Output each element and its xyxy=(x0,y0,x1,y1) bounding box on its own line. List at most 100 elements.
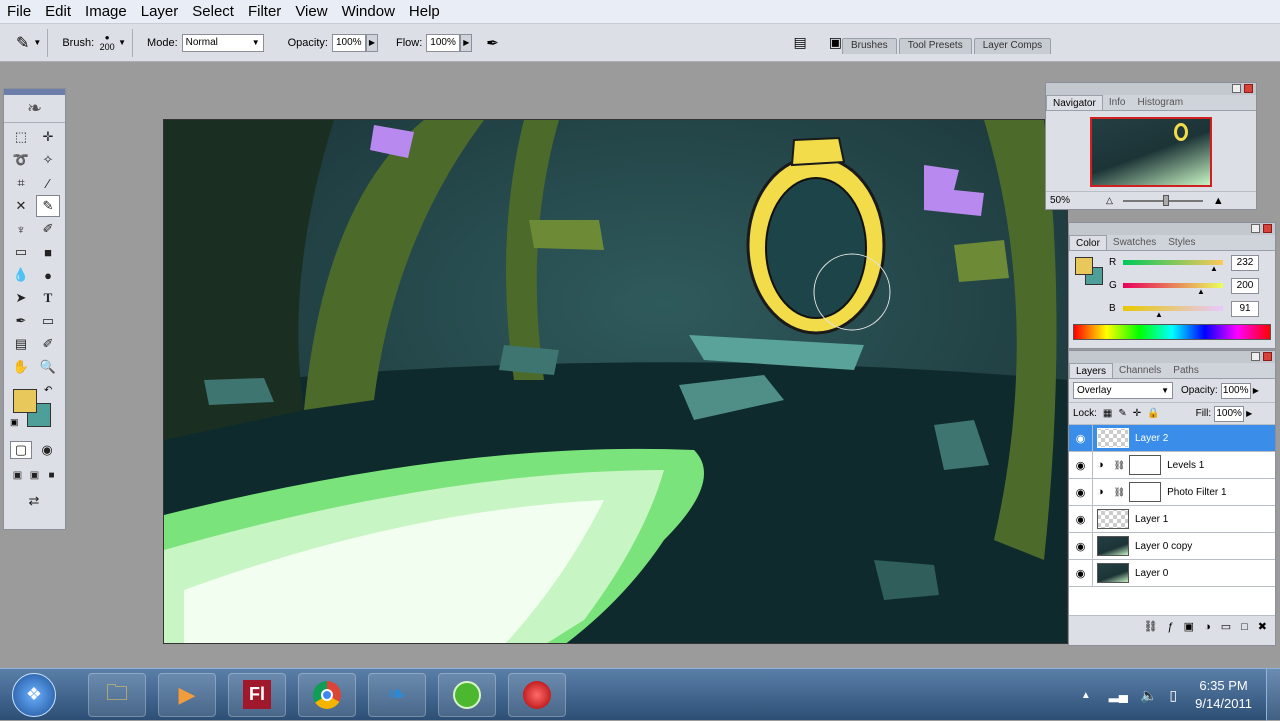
tab-styles[interactable]: Styles xyxy=(1162,235,1201,250)
brush-tool-preset-icon[interactable]: ✎ xyxy=(16,33,29,53)
red-slider[interactable]: ▲ xyxy=(1123,260,1223,273)
menu-edit[interactable]: Edit xyxy=(38,3,78,20)
red-value-input[interactable]: 232 xyxy=(1231,254,1259,271)
layer-row[interactable]: ◉ Layer 0 xyxy=(1069,560,1275,587)
notes-tool-icon[interactable]: ▤ xyxy=(9,333,33,355)
layer-name[interactable]: Levels 1 xyxy=(1167,460,1204,471)
visibility-eye-icon[interactable]: ◉ xyxy=(1069,506,1093,532)
tab-navigator[interactable]: Navigator xyxy=(1046,95,1103,110)
minimize-icon[interactable] xyxy=(1232,84,1241,93)
close-icon[interactable] xyxy=(1263,352,1272,361)
show-hidden-icons-icon[interactable]: ▲ xyxy=(1081,690,1091,701)
layer-row[interactable]: ◉ Layer 1 xyxy=(1069,506,1275,533)
dodge-tool-icon[interactable]: ● xyxy=(36,264,60,286)
layer-style-icon[interactable]: ƒ xyxy=(1168,621,1174,633)
network-icon[interactable]: ▂▄ xyxy=(1109,687,1128,703)
hand-tool-icon[interactable]: ✋ xyxy=(9,356,33,378)
screen-mode-full-icon[interactable]: ■ xyxy=(44,467,59,483)
visibility-eye-icon[interactable]: ◉ xyxy=(1069,479,1093,505)
slider-thumb-icon[interactable]: ▲ xyxy=(1197,287,1205,296)
minimize-icon[interactable] xyxy=(1251,224,1260,233)
eyedropper-tool-icon[interactable]: ✐ xyxy=(36,333,60,355)
tab-swatches[interactable]: Swatches xyxy=(1107,235,1162,250)
magic-wand-tool-icon[interactable]: ✧ xyxy=(36,149,60,171)
layer-name[interactable]: Photo Filter 1 xyxy=(1167,487,1226,498)
layer-row[interactable]: ◉ Layer 2 xyxy=(1069,425,1275,452)
tab-info[interactable]: Info xyxy=(1103,95,1132,110)
shape-tool-icon[interactable]: ▭ xyxy=(36,310,60,332)
navigator-thumbnail[interactable] xyxy=(1090,117,1212,187)
start-button[interactable]: ❖ xyxy=(12,672,56,717)
opacity-arrow-button[interactable]: ▶ xyxy=(365,33,378,52)
menu-view[interactable]: View xyxy=(288,3,334,20)
foreground-color-swatch[interactable] xyxy=(13,389,37,413)
tab-layer-comps[interactable]: Layer Comps xyxy=(973,38,1052,54)
history-brush-tool-icon[interactable]: ✐ xyxy=(36,218,60,240)
jump-to-imageready-icon[interactable]: ⇄ xyxy=(10,491,58,511)
slice-tool-icon[interactable]: ∕ xyxy=(36,172,60,194)
move-tool-icon[interactable]: ✛ xyxy=(36,126,60,148)
zoom-tool-icon[interactable]: 🔍 xyxy=(36,356,60,378)
fill-input[interactable]: 100% xyxy=(1214,405,1245,422)
minimize-icon[interactable] xyxy=(1251,352,1260,361)
layer-row[interactable]: ◉ ◑ ⛓ Photo Filter 1 xyxy=(1069,479,1275,506)
menu-window[interactable]: Window xyxy=(335,3,402,20)
document-canvas[interactable] xyxy=(163,119,1068,644)
zoom-slider[interactable] xyxy=(1122,194,1203,206)
brush-dropdown-icon[interactable]: ▼ xyxy=(118,38,126,47)
menu-file[interactable]: File xyxy=(0,3,38,20)
lock-transparency-icon[interactable]: ▦ xyxy=(1103,408,1112,419)
tab-histogram[interactable]: Histogram xyxy=(1132,95,1190,110)
feather-logo-icon[interactable]: ❧ xyxy=(4,95,65,123)
green-slider[interactable]: ▲ xyxy=(1123,283,1223,296)
close-icon[interactable] xyxy=(1244,84,1253,93)
type-tool-icon[interactable]: T xyxy=(36,287,60,309)
lasso-tool-icon[interactable]: ➰ xyxy=(9,149,33,171)
recorder-taskbar-button[interactable] xyxy=(508,672,566,717)
tab-brushes[interactable]: Brushes xyxy=(842,38,897,54)
document-icon[interactable]: ▤ xyxy=(794,34,807,51)
add-mask-icon[interactable]: ▣ xyxy=(1184,620,1194,633)
swap-colors-icon[interactable]: ↶ xyxy=(44,385,52,396)
trash-icon[interactable]: ✖ xyxy=(1258,620,1267,633)
zoom-out-icon[interactable]: △ xyxy=(1106,195,1113,206)
layer-name[interactable]: Layer 0 copy xyxy=(1135,541,1192,552)
visibility-eye-icon[interactable]: ◉ xyxy=(1069,425,1093,451)
visibility-eye-icon[interactable]: ◉ xyxy=(1069,452,1093,478)
brush-picker[interactable]: ● 200 xyxy=(98,33,116,52)
slider-thumb-icon[interactable]: ▲ xyxy=(1155,310,1163,319)
flash-taskbar-button[interactable]: Fl xyxy=(228,672,286,717)
media-player-taskbar-button[interactable]: ▶ xyxy=(158,672,216,717)
screen-mode-standard-icon[interactable]: ▣ xyxy=(10,467,25,483)
layer-row[interactable]: ◉ ◑ ⛓ Levels 1 xyxy=(1069,452,1275,479)
visibility-eye-icon[interactable]: ◉ xyxy=(1069,533,1093,559)
menu-select[interactable]: Select xyxy=(185,3,241,20)
airbrush-icon[interactable]: ✒ xyxy=(486,34,499,52)
standard-mode-icon[interactable]: ▢ xyxy=(10,441,32,459)
eraser-tool-icon[interactable]: ▭ xyxy=(9,241,33,263)
new-layer-icon[interactable]: □ xyxy=(1241,621,1248,633)
layer-name[interactable]: Layer 1 xyxy=(1135,514,1168,525)
tab-paths[interactable]: Paths xyxy=(1167,363,1205,378)
fill-arrow-icon[interactable]: ▶ xyxy=(1246,409,1252,418)
lock-all-icon[interactable]: 🔒 xyxy=(1147,408,1159,419)
tab-tool-presets[interactable]: Tool Presets xyxy=(898,38,972,54)
explorer-taskbar-button[interactable]: 🗀 xyxy=(88,672,146,717)
color-spectrum-bar[interactable] xyxy=(1073,324,1271,340)
crop-tool-icon[interactable]: ⌗ xyxy=(9,172,33,194)
lock-pixels-icon[interactable]: ✎ xyxy=(1118,408,1126,419)
blue-slider[interactable]: ▲ xyxy=(1123,306,1223,319)
close-icon[interactable] xyxy=(1263,224,1272,233)
new-group-icon[interactable]: ▭ xyxy=(1221,620,1231,633)
screen-mode-menu-icon[interactable]: ▣ xyxy=(27,467,42,483)
brush-tool-icon[interactable]: ✎ xyxy=(36,195,60,217)
slider-thumb-icon[interactable]: ▲ xyxy=(1210,264,1218,273)
layer-name[interactable]: Layer 2 xyxy=(1135,433,1168,444)
link-layers-icon[interactable]: ⛓ xyxy=(1144,620,1158,633)
preset-dropdown-icon[interactable]: ▼ xyxy=(33,38,41,47)
tab-layers[interactable]: Layers xyxy=(1069,363,1114,378)
tab-channels[interactable]: Channels xyxy=(1113,363,1167,378)
zoom-slider-thumb[interactable] xyxy=(1162,194,1169,206)
opacity-arrow-icon[interactable]: ▶ xyxy=(1253,386,1259,395)
menu-image[interactable]: Image xyxy=(78,3,134,20)
